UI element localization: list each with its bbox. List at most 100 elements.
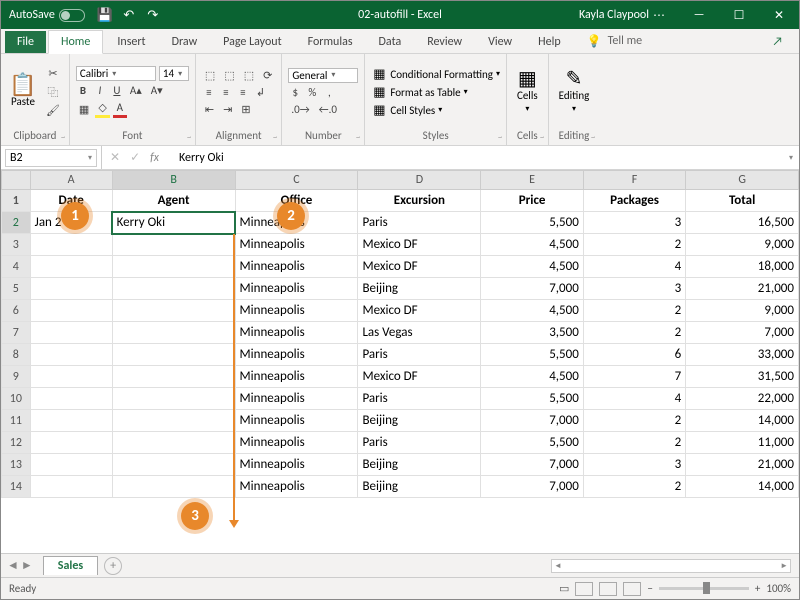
underline-button[interactable]: U xyxy=(110,83,124,98)
cell[interactable] xyxy=(112,234,235,256)
maximize-icon[interactable]: ☐ xyxy=(719,1,759,29)
tab-home[interactable]: Home xyxy=(48,30,103,54)
cell[interactable]: 2 xyxy=(583,234,685,256)
cell[interactable]: Mexico DF xyxy=(358,366,481,388)
horizontal-scrollbar[interactable] xyxy=(551,559,791,573)
cells-button[interactable]: ▦Cells▾ xyxy=(513,57,542,127)
redo-icon[interactable]: ↷ xyxy=(145,7,161,23)
conditional-formatting-button[interactable]: ▦Conditional Formatting▾ xyxy=(371,66,500,82)
cell[interactable] xyxy=(112,322,235,344)
cell[interactable]: Minneapolis xyxy=(235,454,358,476)
currency-icon[interactable]: $ xyxy=(288,85,302,100)
enter-formula-icon[interactable]: ✓ xyxy=(130,150,140,165)
cell[interactable]: 9,000 xyxy=(686,300,799,322)
merge-icon[interactable]: ⊞ xyxy=(238,102,253,117)
close-icon[interactable]: ✕ xyxy=(759,1,799,29)
cell[interactable]: 7,000 xyxy=(481,278,583,300)
align-left-icon[interactable]: ≡ xyxy=(202,85,216,100)
cell[interactable]: Mexico DF xyxy=(358,234,481,256)
cell[interactable] xyxy=(30,476,112,498)
row-header[interactable]: 6 xyxy=(2,300,31,322)
row-header[interactable]: 9 xyxy=(2,366,31,388)
font-size-select[interactable]: 14 xyxy=(159,66,189,81)
cell[interactable] xyxy=(112,256,235,278)
cell[interactable]: Paris xyxy=(358,212,481,234)
cell[interactable]: Minneapolis xyxy=(235,300,358,322)
cell[interactable] xyxy=(112,454,235,476)
cell[interactable]: Minneapolis xyxy=(235,234,358,256)
cell[interactable]: Minneapolis xyxy=(235,432,358,454)
cell[interactable] xyxy=(112,410,235,432)
decrease-font-icon[interactable]: A▾ xyxy=(148,83,166,98)
tab-formulas[interactable]: Formulas xyxy=(296,31,365,53)
cell[interactable]: 7 xyxy=(583,366,685,388)
cell[interactable]: 4 xyxy=(583,256,685,278)
number-format-select[interactable]: General xyxy=(288,68,358,83)
cell[interactable]: 9,000 xyxy=(686,234,799,256)
cell[interactable] xyxy=(30,344,112,366)
wrap-text-icon[interactable]: ↲ xyxy=(253,85,268,100)
cell[interactable]: Minneapolis xyxy=(235,388,358,410)
cell[interactable]: 5,500 xyxy=(481,212,583,234)
align-center-icon[interactable]: ≡ xyxy=(219,85,233,100)
cell[interactable]: 7,000 xyxy=(481,410,583,432)
column-header[interactable]: B xyxy=(112,171,235,190)
copy-icon[interactable]: ⿻ xyxy=(43,83,63,101)
zoom-in-icon[interactable]: + xyxy=(755,582,760,595)
decrease-indent-icon[interactable]: ⇤ xyxy=(202,102,217,117)
cell[interactable]: Minneapolis xyxy=(235,410,358,432)
header-cell[interactable]: Excursion xyxy=(358,190,481,212)
cell[interactable]: Beijing xyxy=(358,476,481,498)
cell[interactable]: 18,000 xyxy=(686,256,799,278)
cell[interactable]: 2 xyxy=(583,322,685,344)
cell[interactable]: Minneapolis xyxy=(235,322,358,344)
cell[interactable] xyxy=(30,388,112,410)
increase-indent-icon[interactable]: ⇥ xyxy=(220,102,235,117)
cell[interactable]: Kerry Oki xyxy=(112,212,235,234)
italic-button[interactable]: I xyxy=(93,83,107,98)
cell[interactable]: Paris xyxy=(358,388,481,410)
ribbon-options-icon[interactable]: ⋯ xyxy=(639,1,679,29)
header-cell[interactable]: Price xyxy=(481,190,583,212)
cell[interactable] xyxy=(112,300,235,322)
cell[interactable] xyxy=(30,410,112,432)
cell[interactable]: 5,500 xyxy=(481,432,583,454)
tab-file[interactable]: File xyxy=(5,31,46,53)
paste-button[interactable]: 📋 Paste xyxy=(7,57,39,127)
cell[interactable] xyxy=(112,432,235,454)
bold-button[interactable]: B xyxy=(76,83,90,98)
formula-input[interactable]: Kerry Oki xyxy=(169,151,779,165)
minimize-icon[interactable]: — xyxy=(679,1,719,29)
cell[interactable]: Minneapolis xyxy=(235,256,358,278)
add-sheet-button[interactable]: + xyxy=(104,557,122,575)
zoom-level[interactable]: 100% xyxy=(766,582,791,595)
row-header[interactable]: 12 xyxy=(2,432,31,454)
editing-button[interactable]: ✎Editing▾ xyxy=(555,57,594,127)
cell[interactable]: 7,000 xyxy=(686,322,799,344)
save-icon[interactable]: 💾 xyxy=(97,7,113,23)
row-header[interactable]: 4 xyxy=(2,256,31,278)
format-as-table-button[interactable]: ▦Format as Table▾ xyxy=(371,84,500,100)
sheet-tab-sales[interactable]: Sales xyxy=(43,556,98,575)
cell[interactable] xyxy=(30,300,112,322)
comma-icon[interactable]: , xyxy=(322,85,336,100)
align-middle-icon[interactable]: ⬚ xyxy=(221,68,237,83)
cell[interactable]: Minneapolis xyxy=(235,366,358,388)
column-header[interactable]: G xyxy=(686,171,799,190)
percent-icon[interactable]: % xyxy=(305,85,319,100)
cell[interactable]: 4,500 xyxy=(481,256,583,278)
cell[interactable] xyxy=(112,344,235,366)
cell[interactable]: Paris xyxy=(358,432,481,454)
column-header[interactable]: E xyxy=(481,171,583,190)
cell[interactable]: 7,000 xyxy=(481,476,583,498)
cell[interactable]: 2 xyxy=(583,432,685,454)
tab-scroll-left-icon[interactable]: ◄ xyxy=(7,558,19,573)
tab-data[interactable]: Data xyxy=(367,31,414,53)
share-button[interactable]: ↗ xyxy=(764,31,791,53)
cell[interactable]: 4,500 xyxy=(481,300,583,322)
row-header[interactable]: 5 xyxy=(2,278,31,300)
tab-tellme[interactable]: 💡Tell me xyxy=(575,30,654,53)
cell[interactable]: Las Vegas xyxy=(358,322,481,344)
row-header[interactable]: 13 xyxy=(2,454,31,476)
row-header[interactable]: 14 xyxy=(2,476,31,498)
